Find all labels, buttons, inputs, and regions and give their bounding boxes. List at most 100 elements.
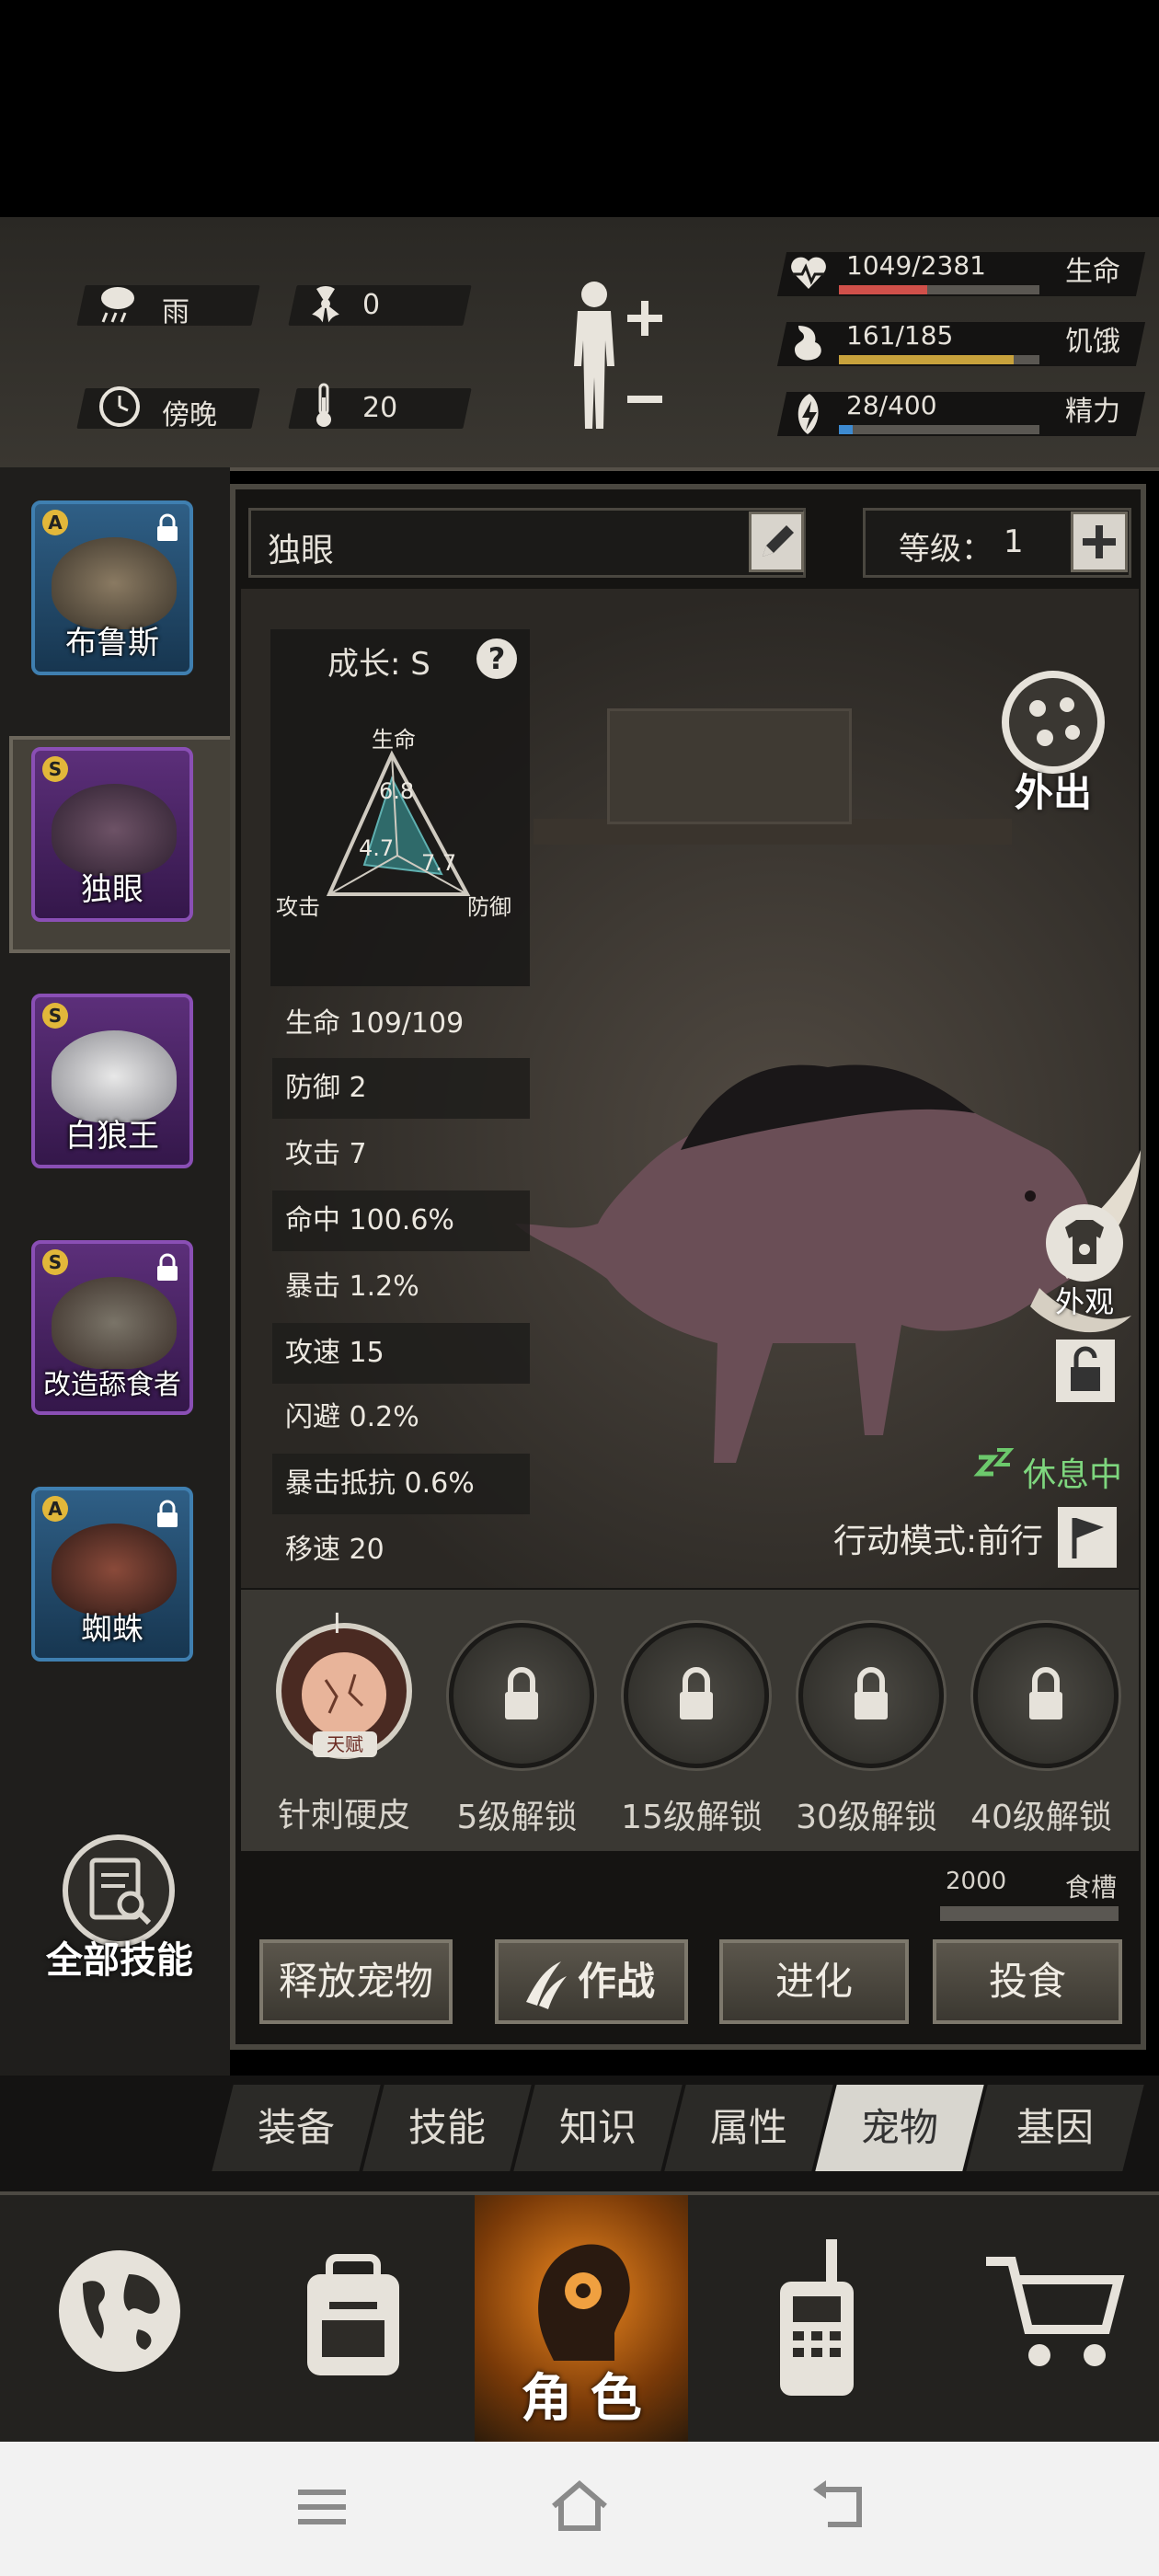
battle-label: 作战 <box>577 1959 655 2004</box>
pet-card-one-eye[interactable]: S 独眼 <box>31 747 193 922</box>
talent-skill[interactable]: I 天赋 <box>276 1608 412 1759</box>
nav-backpack[interactable] <box>243 2195 464 2445</box>
talent-roman-numeral: I <box>333 1608 341 1640</box>
shopping-cart-icon <box>986 2257 1125 2366</box>
radar-left-value: 4.7 <box>359 835 395 861</box>
temperature-value: 20 <box>362 392 398 424</box>
stat-attack: 攻击 7 <box>285 1138 367 1170</box>
tab-genes[interactable]: 基因 <box>966 2085 1144 2171</box>
appearance-label: 外观 <box>1054 1284 1114 1319</box>
level-up-button[interactable] <box>1071 512 1128 572</box>
appearance-button[interactable]: 外观 <box>1039 1202 1130 1321</box>
help-icon[interactable]: ? <box>476 638 517 679</box>
growth-label: 成长: S <box>327 646 430 683</box>
tab-knowledge[interactable]: 知识 <box>513 2085 683 2171</box>
stat-defense: 防御 2 <box>272 1058 530 1119</box>
tab-equipment-label: 装备 <box>257 2105 335 2150</box>
tab-skills[interactable]: 技能 <box>362 2085 532 2171</box>
energy-bar <box>839 425 1039 434</box>
food-label: 食槽 <box>1065 1872 1118 1903</box>
grade-badge: A <box>42 510 68 535</box>
pet-name-field[interactable]: 独眼 <box>248 508 806 578</box>
lock-icon <box>505 1667 538 1719</box>
tab-knowledge-label: 知识 <box>558 2105 637 2150</box>
nav-world-map[interactable] <box>9 2195 230 2445</box>
back-icon[interactable] <box>809 2480 865 2532</box>
feed-button[interactable]: 投食 <box>933 1939 1122 2024</box>
home-icon[interactable] <box>548 2478 611 2534</box>
energy-label: 精力 <box>1065 396 1120 428</box>
tab-genes-label: 基因 <box>1016 2105 1094 2150</box>
globe-icon <box>59 2250 180 2372</box>
lock-icon <box>157 1500 178 1527</box>
skill-label-slot-2: 15级解锁 <box>621 1799 763 1836</box>
battle-button[interactable]: 作战 <box>495 1939 688 2024</box>
energy-bar-fill <box>839 425 854 434</box>
tab-attributes-label: 属性 <box>709 2105 787 2150</box>
pet-name: 布鲁斯 <box>65 625 159 661</box>
unlock-toggle[interactable] <box>1056 1340 1115 1402</box>
system-nav-bar <box>0 2442 1159 2576</box>
radar-top-value: 6.8 <box>379 778 415 804</box>
backpack-icon <box>307 2254 399 2375</box>
sleep-icon <box>973 1448 1015 1477</box>
pet-name: 独眼 <box>81 871 143 908</box>
grade-badge: A <box>42 1496 68 1522</box>
all-skills-button[interactable]: 全部技能 <box>37 1833 202 1989</box>
pet-card-bruce[interactable]: A 布鲁斯 <box>31 500 193 675</box>
menu-icon[interactable] <box>296 2484 348 2530</box>
hunger-value: 161/185 <box>846 320 954 351</box>
locked-skill-slot-2[interactable] <box>624 1623 769 1768</box>
level-label: 等级： <box>899 531 993 568</box>
tab-equipment[interactable]: 装备 <box>212 2085 381 2171</box>
nav-radio[interactable] <box>706 2195 927 2445</box>
grade-badge: S <box>42 756 68 782</box>
action-mode-text: 行动模式:前行 <box>833 1523 1044 1560</box>
release-pet-button[interactable]: 释放宠物 <box>259 1939 453 2024</box>
evolve-button[interactable]: 进化 <box>719 1939 909 2024</box>
locked-skill-slot-4[interactable] <box>973 1623 1119 1768</box>
level-value: 1 <box>1004 523 1024 560</box>
energy-icon <box>798 394 819 434</box>
tab-pets[interactable]: 宠物 <box>815 2085 984 2171</box>
locked-skill-slot-1[interactable] <box>449 1623 594 1768</box>
nav-character[interactable]: 角 色 <box>475 2195 688 2445</box>
tab-pets-label: 宠物 <box>860 2105 938 2150</box>
skill-label-slot-1: 5级解锁 <box>456 1799 578 1836</box>
pet-name: 白狼王 <box>65 1118 159 1155</box>
lock-icon <box>680 1667 713 1719</box>
action-mode-button[interactable] <box>1058 1507 1117 1568</box>
locked-skill-slot-3[interactable] <box>798 1623 944 1768</box>
stat-move-speed: 移速 20 <box>285 1534 384 1566</box>
shirt-paw-icon <box>1046 1204 1123 1282</box>
health-bar <box>839 285 1039 294</box>
health-bar-fill <box>839 285 927 294</box>
pet-card-white-wolf-king[interactable]: S 白狼王 <box>31 994 193 1168</box>
body-status-icon[interactable] <box>554 276 673 432</box>
pet-card-spider[interactable]: A 蜘蛛 <box>31 1487 193 1662</box>
grade-badge: S <box>42 1249 68 1275</box>
skill-label-talent: 针刺硬皮 <box>277 1797 410 1834</box>
go-out-button[interactable]: 外出 <box>993 666 1113 815</box>
lock-icon <box>855 1667 888 1719</box>
pet-name-text: 独眼 <box>268 532 335 569</box>
pet-card-modified-licker[interactable]: S 改造舔食者 <box>31 1240 193 1415</box>
stat-crit-resist: 暴击抵抗 0.6% <box>272 1454 530 1514</box>
stomach-icon <box>795 326 821 361</box>
unlock-icon <box>1071 1346 1100 1391</box>
tab-skills-label: 技能 <box>407 2105 486 2150</box>
skill-label-slot-4: 40级解锁 <box>970 1799 1112 1836</box>
hunger-label: 饥饿 <box>1065 326 1120 358</box>
lock-icon <box>1029 1667 1062 1719</box>
skill-label-slot-3: 30级解锁 <box>796 1799 937 1836</box>
pencil-icon <box>763 525 794 557</box>
nav-shop[interactable] <box>938 2195 1159 2445</box>
hunger-bar <box>839 355 1039 364</box>
tab-attributes[interactable]: 属性 <box>664 2085 833 2171</box>
rename-button[interactable] <box>749 512 804 572</box>
stat-dodge: 闪避 0.2% <box>285 1401 419 1433</box>
pet-name: 改造舔食者 <box>43 1369 181 1401</box>
stat-health: 生命 109/109 <box>285 1007 465 1040</box>
lock-icon <box>157 1253 178 1281</box>
radiation-icon <box>312 285 339 323</box>
